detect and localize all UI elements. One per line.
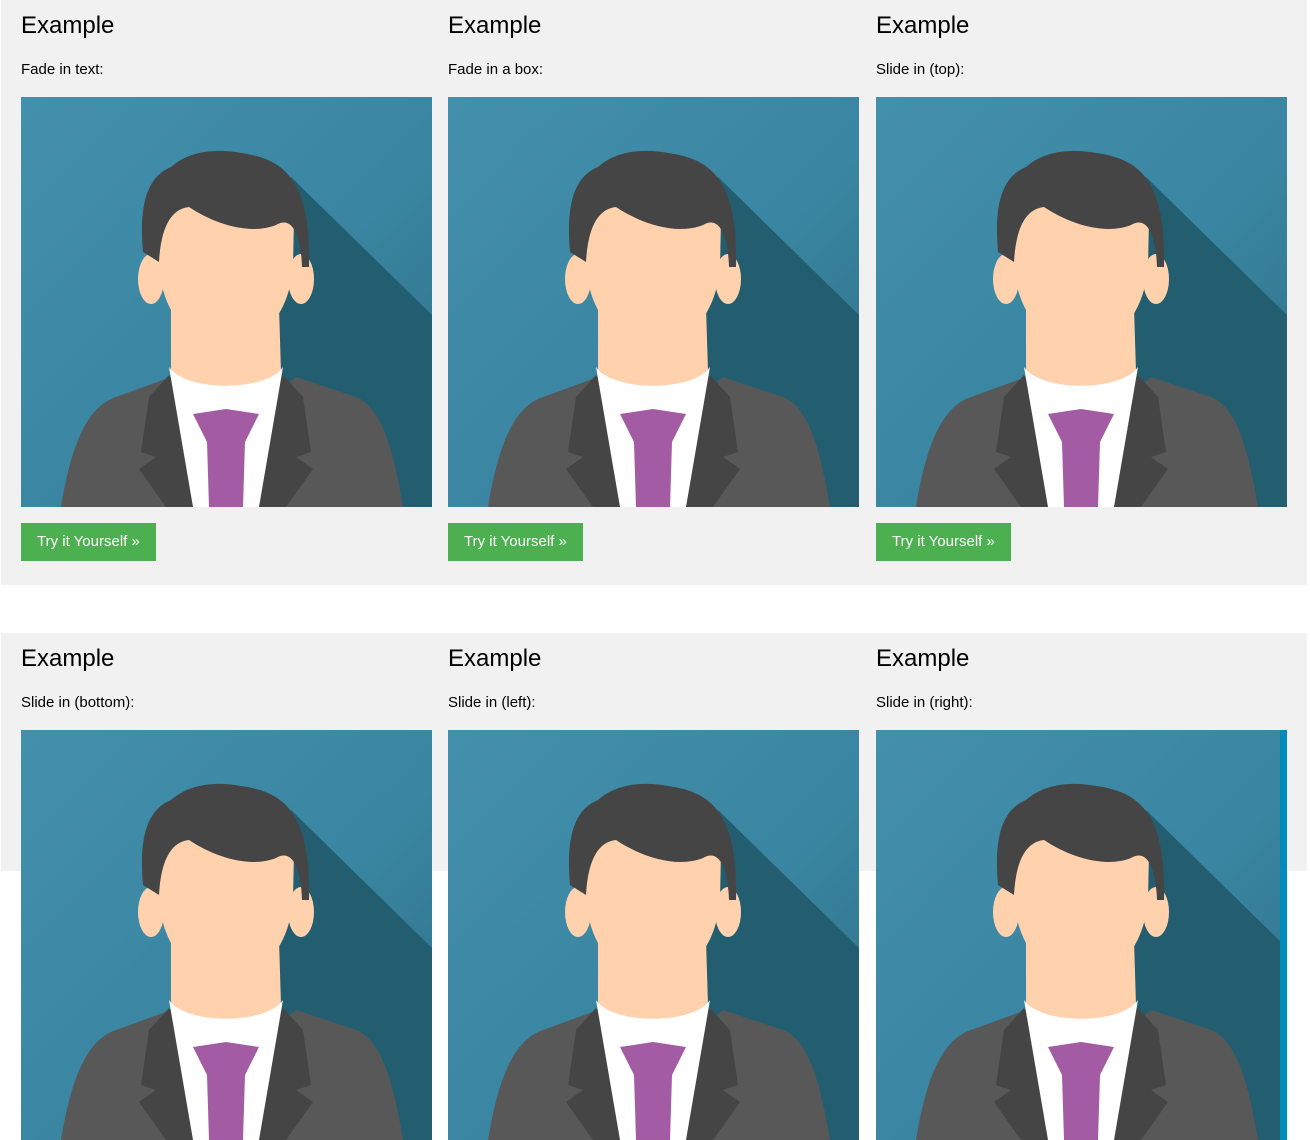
example-heading: Example xyxy=(876,645,970,672)
businessman-avatar-image[interactable] xyxy=(448,730,859,1140)
try-it-yourself-button[interactable]: Try it Yourself » xyxy=(876,523,1011,561)
example-heading: Example xyxy=(21,645,115,672)
example-description: Fade in a box: xyxy=(448,61,544,78)
example-heading: Example xyxy=(448,12,542,39)
examples-section-1: Example Fade in text: Try it Yourself » … xyxy=(1,0,1307,585)
example-description: Fade in text: xyxy=(21,61,104,78)
examples-section-2: Example Slide in (bottom): Example Slide… xyxy=(1,633,1307,1140)
businessman-avatar-image[interactable] xyxy=(21,730,432,1140)
try-it-yourself-button[interactable]: Try it Yourself » xyxy=(21,523,156,561)
example-heading: Example xyxy=(876,12,970,39)
businessman-avatar-image[interactable] xyxy=(21,97,432,507)
businessman-avatar-image[interactable] xyxy=(448,97,859,507)
slide-overlay-edge xyxy=(1280,730,1287,1140)
example-heading: Example xyxy=(21,12,115,39)
try-it-yourself-button[interactable]: Try it Yourself » xyxy=(448,523,583,561)
example-description: Slide in (right): xyxy=(876,694,973,711)
example-description: Slide in (top): xyxy=(876,61,965,78)
businessman-avatar-image[interactable] xyxy=(876,730,1287,1140)
example-description: Slide in (bottom): xyxy=(21,694,135,711)
example-heading: Example xyxy=(448,645,542,672)
example-description: Slide in (left): xyxy=(448,694,536,711)
businessman-avatar-image[interactable] xyxy=(876,97,1287,507)
